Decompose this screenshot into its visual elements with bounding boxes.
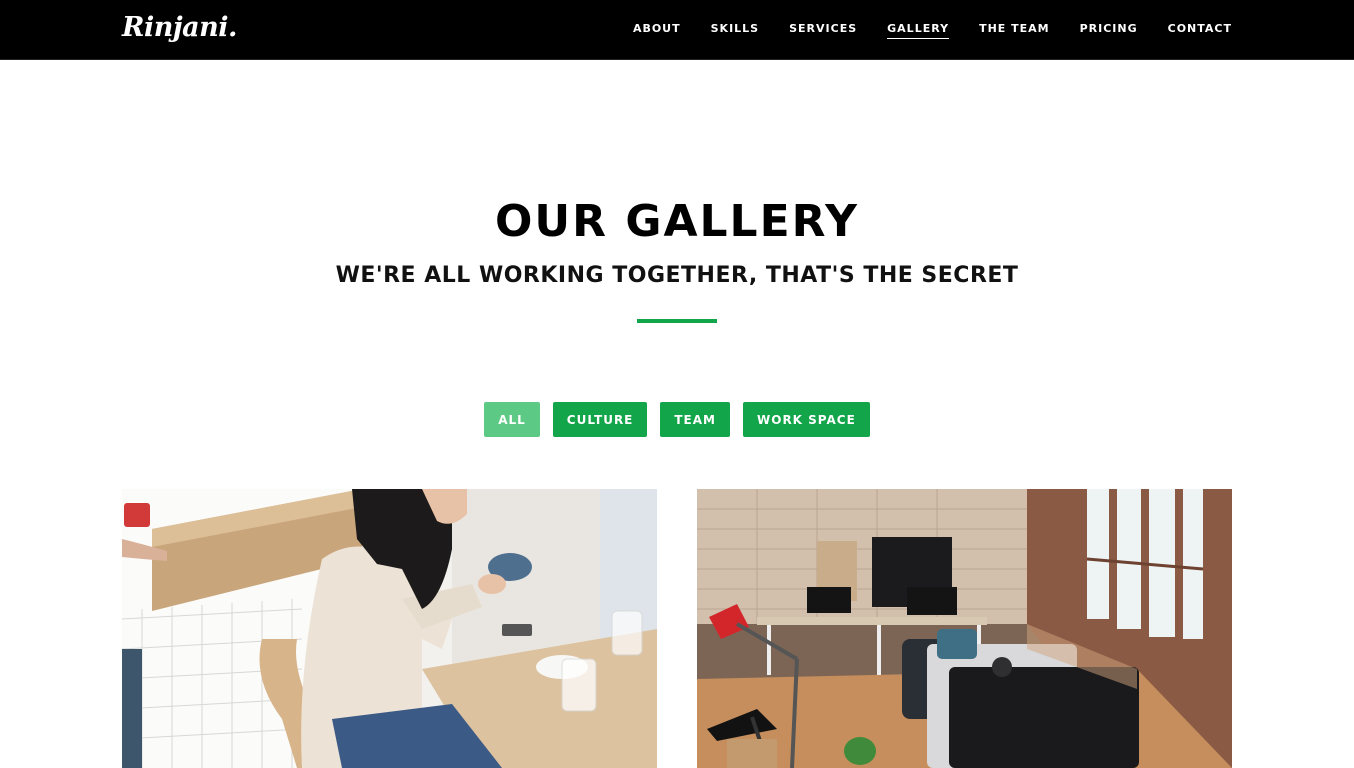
nav-item-contact[interactable]: CONTACT — [1168, 22, 1232, 38]
filter-all-button[interactable]: ALL — [484, 402, 540, 437]
gallery-item-workspace[interactable] — [697, 489, 1232, 768]
nav-item-skills[interactable]: SKILLS — [711, 22, 759, 38]
gallery-item-coffee[interactable] — [122, 489, 657, 768]
nav-item-about[interactable]: ABOUT — [633, 22, 681, 38]
nav-menu: ABOUT SKILLS SERVICES GALLERY THE TEAM P… — [633, 0, 1232, 60]
filter-culture-button[interactable]: CULTURE — [552, 402, 648, 437]
nav-item-the-team[interactable]: THE TEAM — [979, 22, 1050, 38]
brand-logo[interactable]: Rinjani. — [122, 12, 237, 43]
nav-item-pricing[interactable]: PRICING — [1080, 22, 1138, 38]
woman-drinking-coffee-photo — [122, 489, 657, 768]
nav-item-gallery[interactable]: GALLERY — [887, 22, 950, 39]
office-workspace-photo — [697, 489, 1232, 768]
section-title: OUR GALLERY — [495, 196, 859, 247]
top-navbar: Rinjani. ABOUT SKILLS SERVICES GALLERY T… — [0, 0, 1354, 60]
nav-item-services[interactable]: SERVICES — [789, 22, 857, 38]
section-subtitle: WE'RE ALL WORKING TOGETHER, THAT'S THE S… — [335, 263, 1019, 288]
filter-team-button[interactable]: TEAM — [660, 402, 730, 437]
gallery-filters: ALL CULTURE TEAM WORK SPACE — [0, 402, 1354, 437]
filter-work-space-button[interactable]: WORK SPACE — [743, 402, 870, 437]
title-divider — [637, 319, 717, 323]
